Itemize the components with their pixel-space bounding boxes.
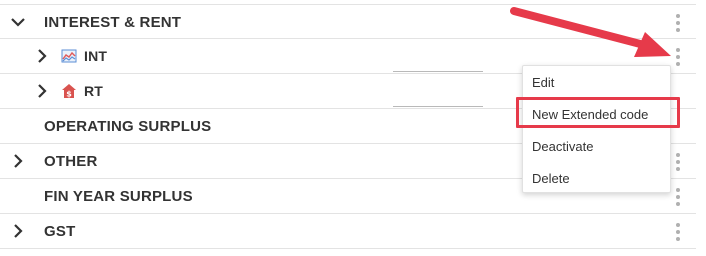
- row-label: INT: [84, 48, 108, 64]
- kebab-menu-icon[interactable]: [674, 48, 682, 66]
- row-label: GST: [44, 223, 76, 240]
- kebab-menu-icon[interactable]: [674, 188, 682, 206]
- row-label: INTEREST & RENT: [44, 14, 182, 31]
- chevron-right-icon[interactable]: [32, 46, 52, 66]
- line-chart-icon: [61, 48, 77, 64]
- home-dollar-icon: $: [61, 83, 77, 99]
- kebab-menu-icon[interactable]: [674, 223, 682, 241]
- menu-item-delete[interactable]: Delete: [523, 163, 672, 194]
- menu-item-edit[interactable]: Edit: [523, 67, 672, 98]
- row-label: FIN YEAR SURPLUS: [44, 188, 193, 205]
- chevron-down-icon[interactable]: [8, 12, 28, 32]
- chart-of-accounts-tree: INTEREST & RENT INT $ RT OPERATING SURPL…: [0, 0, 706, 256]
- row-label: OTHER: [44, 153, 98, 170]
- row-label: OPERATING SURPLUS: [44, 118, 212, 135]
- chevron-right-icon[interactable]: [8, 221, 28, 241]
- tree-row-interest-rent[interactable]: INTEREST & RENT: [0, 4, 696, 39]
- kebab-menu-icon[interactable]: [674, 153, 682, 171]
- menu-item-new-extended-code[interactable]: New Extended code: [523, 99, 672, 130]
- svg-text:$: $: [66, 90, 72, 99]
- chevron-right-icon[interactable]: [8, 151, 28, 171]
- value-input[interactable]: [393, 106, 483, 107]
- row-context-menu: Edit New Extended code Deactivate Delete: [522, 65, 671, 193]
- value-input[interactable]: [393, 71, 483, 72]
- menu-item-deactivate[interactable]: Deactivate: [523, 131, 672, 162]
- kebab-menu-icon[interactable]: [674, 14, 682, 32]
- chevron-right-icon[interactable]: [32, 81, 52, 101]
- tree-row-gst[interactable]: GST: [0, 214, 696, 249]
- row-label: RT: [84, 83, 104, 99]
